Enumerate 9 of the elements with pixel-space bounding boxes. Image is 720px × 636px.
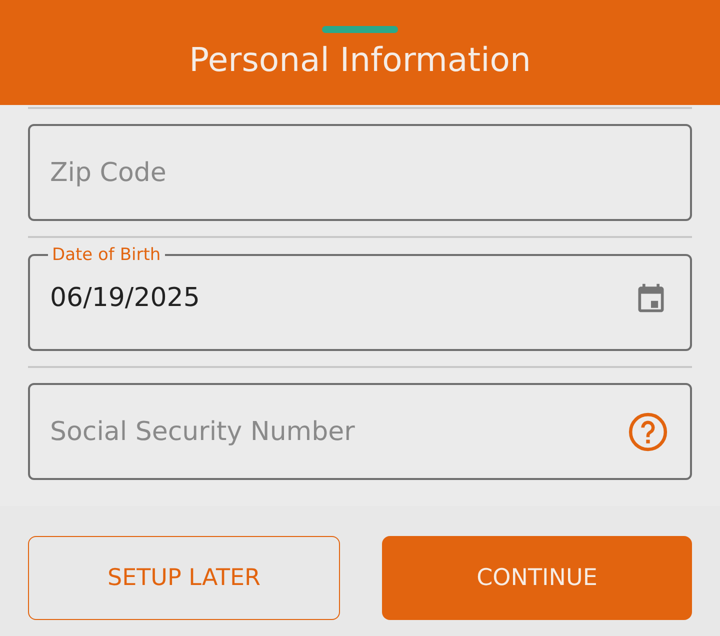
page-title: Personal Information (189, 40, 531, 79)
text-field[interactable]: Zip Code (28, 124, 692, 221)
date-field[interactable]: Date of Birth 06/19/2025 (28, 245, 692, 351)
input-field[interactable]: Social Security Number (50, 416, 626, 446)
text-field[interactable]: Social Security Number (28, 383, 692, 480)
drag-handle[interactable] (322, 26, 398, 33)
date-input[interactable]: 06/19/2025 (50, 283, 634, 313)
input-field[interactable]: Zip Code (50, 158, 670, 188)
field-label: Date of Birth (51, 245, 162, 265)
